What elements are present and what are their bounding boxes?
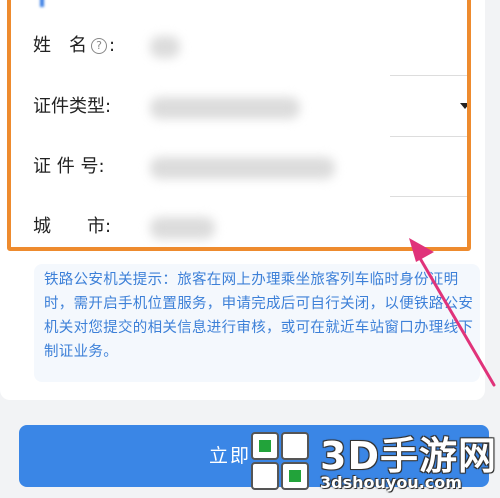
pointer-arrow-icon [409, 238, 496, 387]
arrow-head [409, 238, 434, 262]
watermark-url: 3dshouyou.com [320, 473, 462, 492]
watermark-logo-icon [251, 432, 309, 490]
watermark-brand: 3D手游网 [320, 434, 497, 478]
submit-label: 立即 [209, 445, 252, 467]
arrow-shaft [412, 246, 496, 387]
watermark: 3D手游网 3dshouyou.com [250, 425, 500, 498]
